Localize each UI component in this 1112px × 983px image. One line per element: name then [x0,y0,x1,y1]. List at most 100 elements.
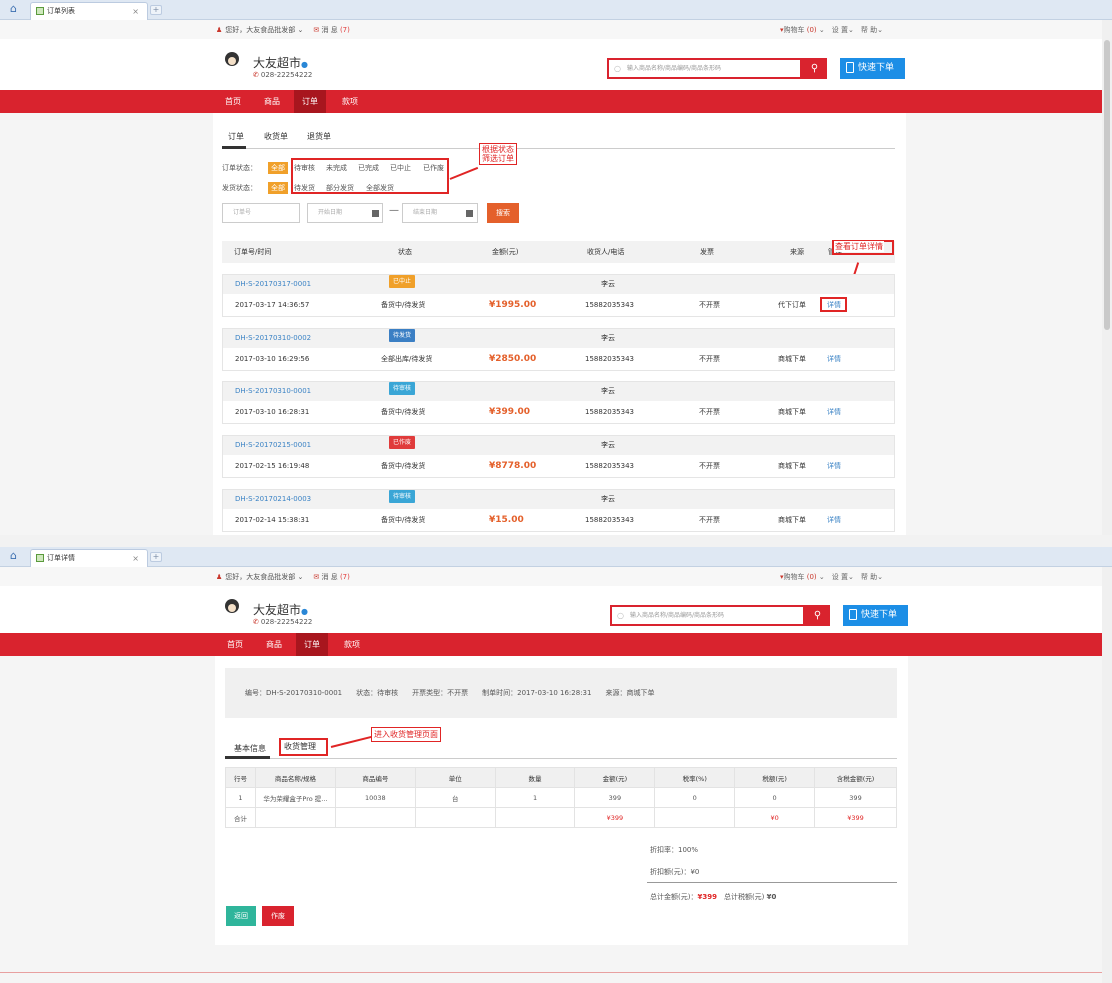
detail-link[interactable]: 详情 [827,401,841,424]
order-number[interactable]: DH-S-20170215-0001 [235,436,311,455]
order-group: DH-S-20170310-0001 待审核 李云 2017-03-10 16:28:… [222,381,895,424]
search-icon: ○ [614,64,621,73]
tab-title: 订单列表 [47,7,75,15]
void-button[interactable]: 作废 [262,906,294,926]
scrollbar[interactable] [1102,20,1112,535]
browser-tab-bar: ⌂ 订单列表 × + [0,0,1112,20]
browser-tab[interactable]: 订单详情 × [30,549,148,567]
nav-home[interactable]: 首页 [216,90,250,113]
receiver-phone: 15882035343 [585,516,634,524]
nav-payments[interactable]: 款项 [332,90,368,113]
calendar-icon[interactable] [466,210,473,217]
annotation-receipt: 进入收货管理页面 [371,727,441,742]
annotation-filter: 根据状态 筛选订单 [479,143,517,165]
order-number[interactable]: DH-S-20170310-0002 [235,329,311,348]
search-input[interactable]: ○ 输入商品名称/商品编码/商品条形码 [607,58,802,79]
greeting[interactable]: 您好，大友食品批发部 ⌄ [225,573,303,581]
order-source: 商城下单 [778,408,806,416]
order-number[interactable]: DH-S-20170310-0001 [235,382,311,401]
page-icon [36,554,44,562]
invoice-type: 不开票 [699,355,720,363]
order-no-input[interactable]: 订单号 [222,203,300,223]
nav-goods[interactable]: 商品 [254,90,290,113]
order-amount: ¥8778.00 [489,461,537,471]
tab-basic-info[interactable]: 基本信息 [234,743,266,754]
new-tab-button[interactable]: + [150,5,162,15]
message-count: (7) [339,573,350,581]
search-orders-button[interactable]: 搜索 [487,203,519,223]
order-status-all[interactable]: 全部 [268,162,288,174]
main-nav: 首页 商品 订单 款项 [0,90,1112,113]
message-count: (7) [339,26,350,34]
table-cell: 0 [734,787,816,808]
cart-link[interactable]: 购物车 [784,26,805,34]
nav-home[interactable]: 首页 [218,633,252,656]
table-cell: 华为荣耀盒子Pro 提... [254,787,336,808]
detail-link[interactable]: 详情 [827,509,841,532]
settings-link[interactable]: 设 置⌄ [832,573,854,581]
page-icon [36,7,44,15]
qq-icon[interactable]: ● [301,607,308,616]
cart-count: (0) [806,26,817,34]
nav-orders[interactable]: 订单 [294,90,326,113]
phone-icon: ✆ [253,71,259,79]
calendar-icon[interactable] [372,210,379,217]
total-tax: ¥0 [766,893,777,901]
column-header: 数量 [494,767,576,788]
cart-link[interactable]: 购物车 [784,573,805,581]
invoice-type: 不开票 [699,301,720,309]
order-header: DH-S-20170310-0002 待发货 李云 [223,329,894,348]
search-button[interactable]: ⚲ [805,605,830,626]
order-amount: ¥1995.00 [489,300,537,310]
search-button[interactable]: ⚲ [802,58,827,79]
quick-order-button[interactable]: 快速下单 [843,605,908,626]
table-cell: 0 [654,787,736,808]
greeting[interactable]: 您好，大友食品批发部 ⌄ [225,26,303,34]
back-button[interactable]: 返回 [226,906,256,926]
column-header: 单位 [414,767,496,788]
search-input[interactable]: ○ 输入商品名称/商品编码/商品条形码 [610,605,805,626]
messages-link[interactable]: 消 息 [321,26,337,34]
order-detail-row: 2017-02-14 15:38:31 备货中/待发货 ¥15.00 15882035… [223,509,894,532]
envelope-icon: ✉ [313,573,320,581]
receiver-phone: 15882035343 [585,408,634,416]
home-icon[interactable]: ⌂ [10,550,22,562]
tab-title: 订单详情 [47,554,75,562]
column-header: 商品名称/规格 [254,767,336,788]
scrollbar[interactable] [1102,567,1112,983]
quick-order-button[interactable]: 快速下单 [840,58,905,79]
detail-link[interactable]: 详情 [827,348,841,371]
annotation-detail: 查看订单详情 [834,241,884,252]
close-icon[interactable]: × [132,3,139,20]
ship-status-all[interactable]: 全部 [268,182,288,194]
new-tab-button[interactable]: + [150,552,162,562]
column-header: 税率(%) [654,767,736,788]
order-number[interactable]: DH-S-20170317-0001 [235,275,311,294]
receipt-tab-highlight [279,738,328,756]
tab-receipts[interactable]: 收货单 [264,131,288,142]
order-time: 2017-03-10 16:28:31 [235,408,310,416]
tab-orders[interactable]: 订单 [228,131,244,142]
nav-orders[interactable]: 订单 [296,633,328,656]
help-link[interactable]: 帮 助⌄ [861,26,883,34]
table-cell: 台 [414,787,496,808]
detail-link[interactable]: 详情 [827,455,841,478]
qq-icon[interactable]: ● [301,60,308,69]
settings-link[interactable]: 设 置⌄ [832,26,854,34]
ship-status: 备货中/待发货 [381,301,426,309]
browser-tab[interactable]: 订单列表 × [30,2,148,20]
nav-goods[interactable]: 商品 [256,633,292,656]
header [0,39,1112,90]
nav-payments[interactable]: 款项 [334,633,370,656]
tab-returns[interactable]: 退货单 [307,131,331,142]
home-icon[interactable]: ⌂ [10,3,22,15]
messages-link[interactable]: 消 息 [321,573,337,581]
help-link[interactable]: 帮 助⌄ [861,573,883,581]
discount-amount: 折扣额(元)：¥0 [650,868,700,876]
browser-tab-bar: ⌂ 订单详情 × + [0,547,1112,567]
main-nav: 首页 商品 订单 款项 [0,633,1112,656]
order-amount: ¥399.00 [489,407,530,417]
close-icon[interactable]: × [132,550,139,567]
total-row: 合计 ¥399 ¥0 ¥399 [225,807,897,828]
order-number[interactable]: DH-S-20170214-0003 [235,490,311,509]
